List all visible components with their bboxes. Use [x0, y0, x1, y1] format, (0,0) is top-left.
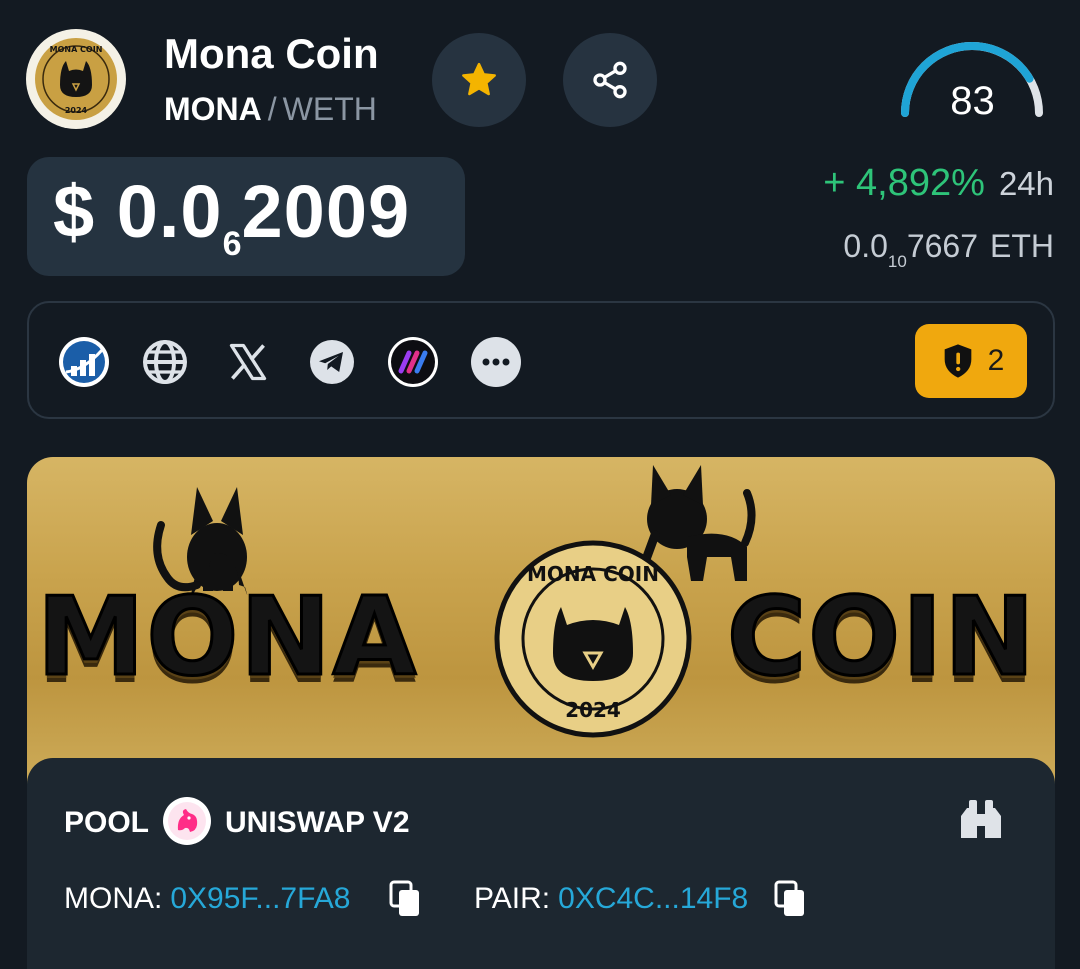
eth-price-digits: 7667 — [906, 228, 978, 264]
price-box: $ 0.062009 — [27, 157, 465, 276]
usd-price-prefix: $ 0.0 — [53, 170, 223, 253]
more-links-button[interactable] — [470, 336, 522, 388]
eth-price: 0.0107667 ETH — [843, 228, 1054, 272]
star-icon — [462, 62, 496, 96]
shield-alert-icon — [944, 344, 971, 378]
eth-price-prefix: 0.0 — [843, 228, 888, 264]
telegram-icon — [310, 340, 354, 384]
pool-label: POOL — [64, 806, 150, 839]
share-button[interactable] — [563, 33, 657, 127]
seal-text-top: MONA COIN — [527, 562, 659, 586]
dex-name: UNISWAP V2 — [225, 806, 410, 839]
eth-unit: ETH — [990, 228, 1054, 264]
x-link[interactable] — [222, 336, 274, 388]
uniswap-icon — [163, 797, 211, 845]
price-change-value: + 4,892% — [823, 162, 985, 204]
token-address[interactable]: MONA: 0X95F...7FA8 — [64, 882, 350, 916]
coin-seal: MONA COIN 2024 — [494, 540, 692, 738]
seal-text-bottom: 2024 — [565, 698, 621, 722]
more-icon — [471, 337, 521, 387]
token-address-label: MONA: — [64, 882, 163, 915]
price-change-period: 24h — [998, 165, 1054, 202]
chart-icon — [59, 337, 109, 387]
pair-address-label: PAIR: — [474, 882, 551, 915]
share-icon — [593, 61, 627, 99]
logo-text-bottom: 2024 — [65, 106, 88, 115]
pair-separator: / — [267, 91, 277, 127]
binoculars-icon[interactable] — [957, 798, 1005, 842]
trust-score-gauge[interactable]: 83 — [895, 35, 1050, 125]
audit-warnings-button[interactable]: 2 — [915, 324, 1027, 398]
links-bar: 2 — [27, 301, 1055, 419]
mona-coin-logo-icon: MONA COIN 2024 — [35, 38, 117, 120]
favorite-button[interactable] — [432, 33, 526, 127]
usd-price: $ 0.062009 — [53, 169, 410, 264]
logo-text-top: MONA COIN — [50, 45, 103, 54]
token-name: Mona Coin — [164, 30, 379, 77]
token-banner: MONA COIN 2024 MONA COIN — [27, 457, 1055, 797]
base-symbol: MONA — [164, 91, 262, 127]
x-icon — [229, 343, 267, 381]
usd-price-zero-count: 6 — [222, 225, 242, 263]
dapp-icon — [388, 337, 438, 387]
token-logo: MONA COIN 2024 — [26, 29, 126, 129]
copy-pair-address-icon[interactable] — [774, 880, 808, 918]
pair-address-value[interactable]: 0XC4C...14F8 — [558, 882, 748, 915]
quote-symbol: WETH — [282, 91, 377, 127]
globe-icon — [143, 340, 187, 384]
pair-address[interactable]: PAIR: 0XC4C...14F8 — [474, 882, 748, 916]
eth-price-zero-count: 10 — [887, 252, 907, 271]
pair-label: MONA / WETH — [164, 91, 377, 128]
copy-token-address-icon[interactable] — [389, 880, 423, 918]
banner-word-right: COIN — [726, 574, 1037, 702]
banner-word-left: MONA — [35, 574, 419, 702]
price-change: + 4,892% 24h — [823, 162, 1054, 205]
trust-score-value: 83 — [950, 79, 995, 123]
token-address-value[interactable]: 0X95F...7FA8 — [170, 882, 350, 915]
website-link[interactable] — [139, 336, 191, 388]
chart-link[interactable] — [58, 336, 110, 388]
pool-panel: POOL UNISWAP V2 MONA: 0X95F...7FA8 PAIR: 0… — [27, 758, 1055, 969]
usd-price-digits: 2009 — [241, 170, 411, 253]
telegram-link[interactable] — [306, 336, 358, 388]
dapp-link[interactable] — [387, 336, 439, 388]
audit-warning-count: 2 — [987, 344, 1005, 377]
